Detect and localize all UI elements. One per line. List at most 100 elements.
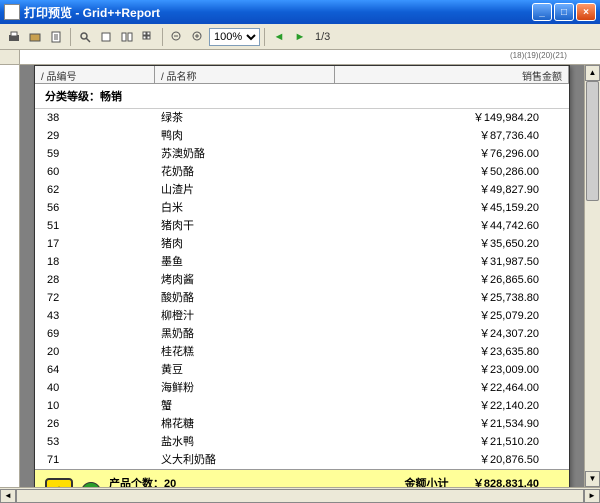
minimize-button[interactable]: _ [532, 3, 552, 21]
cell-id: 60 [35, 164, 155, 180]
cell-amount: ￥20,876.50 [335, 452, 569, 468]
title-bar: 打印预览 - Grid++Report _ □ × [0, 0, 600, 24]
table-row: 43柳橙汁￥25,079.20 [35, 307, 569, 325]
scroll-down-icon[interactable]: ▼ [585, 471, 600, 487]
cell-id: 56 [35, 200, 155, 216]
cell-id: 18 [35, 254, 155, 270]
cell-id: 71 [35, 452, 155, 468]
sum-label: 金额小计 [404, 478, 448, 487]
cell-id: 40 [35, 380, 155, 396]
cell-amount: ￥50,286.00 [335, 164, 569, 180]
cell-amount: ￥21,534.90 [335, 416, 569, 432]
cell-name: 苏澳奶酪 [155, 146, 335, 162]
open-icon[interactable] [25, 27, 45, 47]
window-title: 打印预览 - Grid++Report [24, 4, 532, 21]
cell-id: 10 [35, 398, 155, 414]
table-row: 53盐水鸭￥21,510.20 [35, 433, 569, 451]
cell-amount: ￥23,009.00 [335, 362, 569, 378]
page-indicator: 1/3 [315, 31, 330, 43]
cell-amount: ￥23,635.80 [335, 344, 569, 360]
cell-name: 猪肉干 [155, 218, 335, 234]
cell-id: 72 [35, 290, 155, 306]
table-row: 69黑奶酪￥24,307.20 [35, 325, 569, 343]
table-row: 51猪肉干￥44,742.60 [35, 217, 569, 235]
cell-amount: ￥45,159.20 [335, 200, 569, 216]
cell-name: 棉花糖 [155, 416, 335, 432]
cell-amount: ￥76,296.00 [335, 146, 569, 162]
cell-amount: ￥22,464.00 [335, 380, 569, 396]
cell-amount: ￥49,827.90 [335, 182, 569, 198]
next-page-icon[interactable]: ► [290, 27, 310, 47]
header-col2: / 品名称 [155, 66, 335, 83]
cell-name: 花奶酪 [155, 164, 335, 180]
table-row: 56白米￥45,159.20 [35, 199, 569, 217]
sum-value: ￥828,831.40 [473, 478, 539, 487]
zoom-in-icon[interactable] [188, 27, 208, 47]
scroll-up-icon[interactable]: ▲ [585, 65, 600, 81]
cell-amount: ￥149,984.20 [335, 110, 569, 126]
toolbar: 100% ◄ ► 1/3 [0, 24, 600, 50]
smiley-icon: ☺ [45, 478, 73, 487]
cell-name: 黄豆 [155, 362, 335, 378]
group-header-1: 分类等级：畅销 [35, 84, 569, 109]
app-icon [4, 4, 20, 20]
table-row: 10蟹￥22,140.20 [35, 397, 569, 415]
cell-name: 酸奶酪 [155, 290, 335, 306]
table-row: 59苏澳奶酪￥76,296.00 [35, 145, 569, 163]
scroll-right-icon[interactable]: ► [584, 489, 600, 503]
table-row: 28烤肉酱￥26,865.60 [35, 271, 569, 289]
close-button[interactable]: × [576, 3, 596, 21]
table-row: 20桂花糕￥23,635.80 [35, 343, 569, 361]
cell-name: 烤肉酱 [155, 272, 335, 288]
table-row: 18墨鱼￥31,987.50 [35, 253, 569, 271]
cell-amount: ￥26,865.60 [335, 272, 569, 288]
table-row: 60花奶酪￥50,286.00 [35, 163, 569, 181]
find-icon[interactable] [75, 27, 95, 47]
cell-amount: ￥24,307.20 [335, 326, 569, 342]
scroll-thumb[interactable] [586, 81, 599, 201]
zoom-select[interactable]: 100% [209, 28, 260, 46]
table-row: 64黄豆￥23,009.00 [35, 361, 569, 379]
cell-name: 盐水鸭 [155, 434, 335, 450]
cell-amount: ￥22,140.20 [335, 398, 569, 414]
cell-id: 62 [35, 182, 155, 198]
view2-icon[interactable] [117, 27, 137, 47]
cell-name: 鸭肉 [155, 128, 335, 144]
cell-id: 29 [35, 128, 155, 144]
cell-id: 69 [35, 326, 155, 342]
cell-id: 28 [35, 272, 155, 288]
table-row: 71义大利奶酪￥20,876.50 [35, 451, 569, 469]
maximize-button[interactable]: □ [554, 3, 574, 21]
table-row: 62山渣片￥49,827.90 [35, 181, 569, 199]
table-row: 40海鲜粉￥22,464.00 [35, 379, 569, 397]
view3-icon[interactable] [138, 27, 158, 47]
cell-id: 53 [35, 434, 155, 450]
export-icon[interactable] [46, 27, 66, 47]
vertical-scrollbar[interactable]: ▲ ▼ [584, 65, 600, 487]
cell-amount: ￥44,742.60 [335, 218, 569, 234]
preview-area[interactable]: / 品编号 / 品名称 销售金额 分类等级：畅销 38绿茶￥149,984.20… [20, 65, 584, 487]
print-icon[interactable] [4, 27, 24, 47]
window-controls: _ □ × [532, 3, 596, 21]
cell-amount: ￥31,987.50 [335, 254, 569, 270]
green-dot-icon [81, 482, 101, 487]
prev-page-icon[interactable]: ◄ [269, 27, 289, 47]
view1-icon[interactable] [96, 27, 116, 47]
count-label: 产品个数：20 [109, 475, 176, 487]
table-row: 17猪肉￥35,650.20 [35, 235, 569, 253]
header-col3: 销售金额 [335, 66, 569, 83]
cell-id: 17 [35, 236, 155, 252]
horizontal-scrollbar[interactable]: ◄ ► [0, 487, 600, 503]
subtotal-row: ☺ 产品个数：20 金额小计 ￥828,831.40 金额平均 ￥41,441.… [35, 469, 569, 487]
zoom-out-icon[interactable] [167, 27, 187, 47]
data-rows: 38绿茶￥149,984.2029鸭肉￥87,736.4059苏澳奶酪￥76,2… [35, 109, 569, 469]
cell-name: 墨鱼 [155, 254, 335, 270]
table-row: 26棉花糖￥21,534.90 [35, 415, 569, 433]
ruler-horizontal: (18)(19)(20)(21) [0, 50, 600, 65]
cell-amount: ￥87,736.40 [335, 128, 569, 144]
cell-name: 桂花糕 [155, 344, 335, 360]
cell-id: 51 [35, 218, 155, 234]
cell-name: 猪肉 [155, 236, 335, 252]
cell-id: 43 [35, 308, 155, 324]
scroll-left-icon[interactable]: ◄ [0, 489, 16, 503]
